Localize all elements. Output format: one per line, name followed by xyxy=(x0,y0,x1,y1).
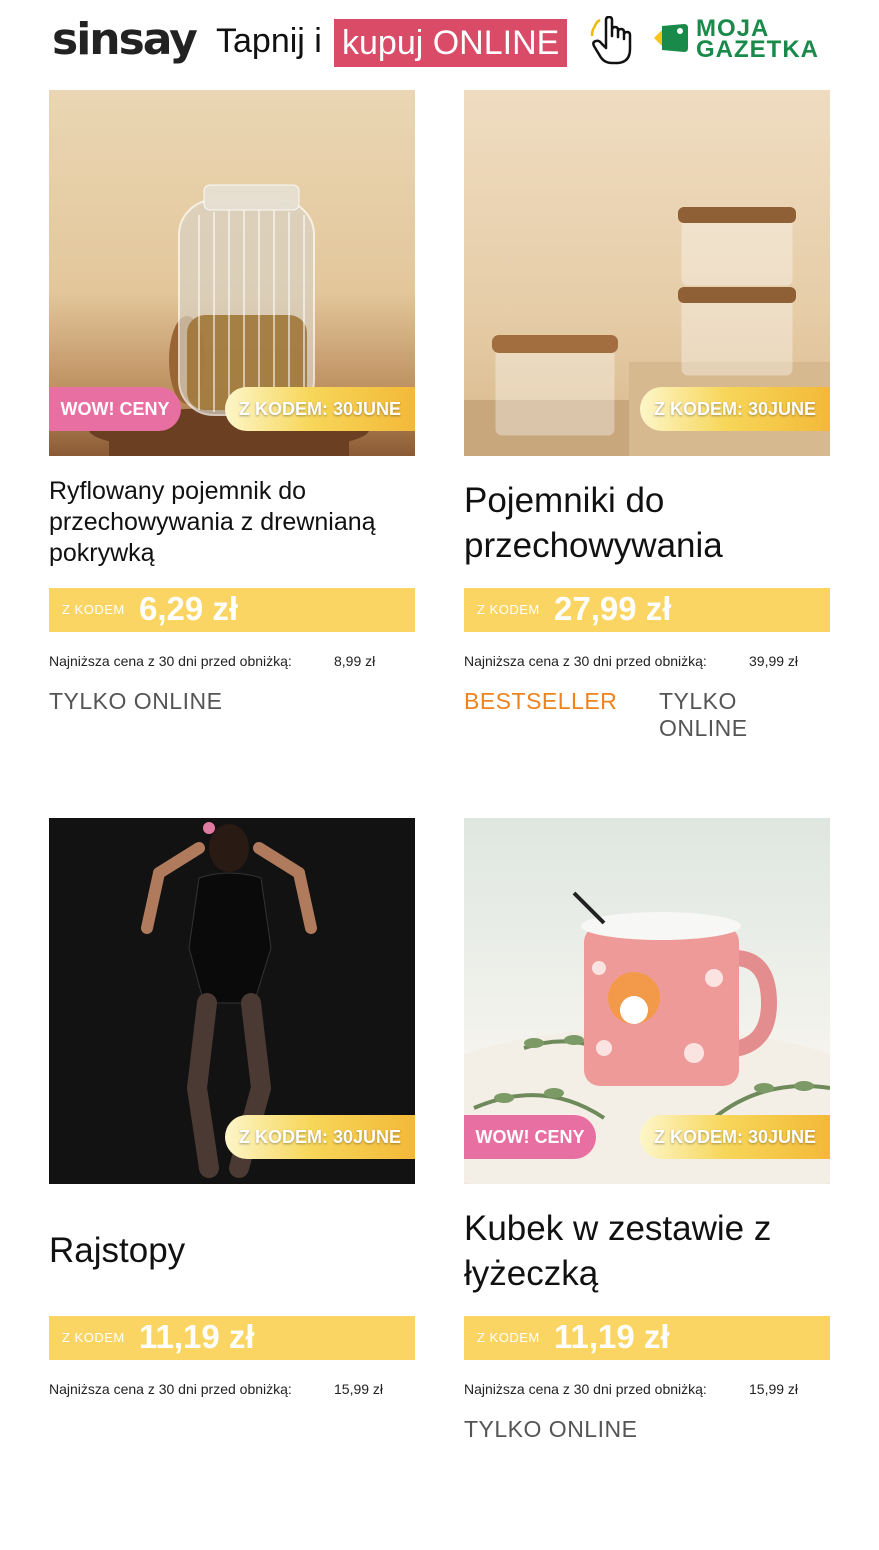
lowest-price-value: 15,99 zł xyxy=(334,1381,384,1397)
lowest-price-label: Najniższa cena z 30 dni przed obniżką: xyxy=(49,1381,292,1397)
product-image[interactable]: WOW! CENY Z KODEM: 30JUNE xyxy=(464,818,830,1184)
product-card[interactable]: Z KODEM: 30JUNE Rajstopy Z KODEM 11,19 z… xyxy=(49,818,415,1458)
product-image[interactable]: WOW! CENY Z KODEM: 30JUNE xyxy=(49,90,415,456)
product-card[interactable]: WOW! CENY Z KODEM: 30JUNE Kubek w zestaw… xyxy=(464,818,830,1458)
price-prefix: Z KODEM xyxy=(62,1330,125,1345)
price-bar: Z KODEM 11,19 zł xyxy=(49,1316,415,1360)
price-value: 27,99 zł xyxy=(554,590,672,627)
sinsay-logo[interactable]: sinsay xyxy=(52,14,198,65)
price-bar: Z KODEM 27,99 zł xyxy=(464,588,830,632)
lowest-price-label: Najniższa cena z 30 dni przed obniżką: xyxy=(464,653,707,669)
promo-code-badge: Z KODEM: 30JUNE xyxy=(225,387,415,431)
moja-gazetka-logo[interactable]: MOJA GAZETKA xyxy=(654,15,829,64)
price-prefix: Z KODEM xyxy=(477,1330,540,1345)
lowest-price-value: 15,99 zł xyxy=(749,1381,799,1397)
product-title[interactable]: Ryflowany pojemnik do przechowywania z d… xyxy=(49,476,415,569)
lowest-price-label: Najniższa cena z 30 dni przed obniżką: xyxy=(464,1381,707,1397)
header-banner[interactable]: sinsay Tapnij i kupuj ONLINE MOJA GAZETK… xyxy=(0,0,879,90)
price-value: 11,19 zł xyxy=(139,1318,255,1355)
promo-code-badge: Z KODEM: 30JUNE xyxy=(640,1115,830,1159)
lowest-price-label: Najniższa cena z 30 dni przed obniżką: xyxy=(49,653,292,669)
tap-text: Tapnij i xyxy=(216,22,322,60)
gazetka-tag-icon xyxy=(654,24,688,52)
product-title[interactable]: Kubek w zestawie z łyżeczką xyxy=(464,1206,794,1296)
promo-code-badge: Z KODEM: 30JUNE xyxy=(225,1115,415,1159)
product-card[interactable]: WOW! CENY Z KODEM: 30JUNE Ryflowany poje… xyxy=(49,90,415,730)
gazetka-wordmark: MOJA GAZETKA xyxy=(696,15,819,63)
product-image[interactable]: Z KODEM: 30JUNE xyxy=(464,90,830,456)
promo-code-badge: Z KODEM: 30JUNE xyxy=(640,387,830,431)
price-value: 6,29 zł xyxy=(139,590,239,627)
pointer-hand-icon xyxy=(590,16,632,65)
price-bar: Z KODEM 6,29 zł xyxy=(49,588,415,632)
product-title[interactable]: Pojemniki do przechowywania xyxy=(464,478,830,568)
wow-price-badge: WOW! CENY xyxy=(464,1115,596,1159)
lowest-price-value: 39,99 zł xyxy=(749,653,799,669)
price-prefix: Z KODEM xyxy=(477,602,540,617)
online-only-tag: TYLKO ONLINE xyxy=(49,688,223,714)
price-bar: Z KODEM 11,19 zł xyxy=(464,1316,830,1360)
price-prefix: Z KODEM xyxy=(62,602,125,617)
shop-online-link[interactable]: kupuj ONLINE xyxy=(334,19,568,67)
product-card[interactable]: Z KODEM: 30JUNE Pojemniki do przechowywa… xyxy=(464,90,830,741)
online-only-tag: TYLKO ONLINE xyxy=(464,1416,638,1442)
online-only-tag: TYLKO ONLINE xyxy=(659,688,748,741)
product-image[interactable]: Z KODEM: 30JUNE xyxy=(49,818,415,1184)
price-value: 11,19 zł xyxy=(554,1318,670,1355)
lowest-price-value: 8,99 zł xyxy=(334,653,376,669)
wow-price-badge: WOW! CENY xyxy=(49,387,181,431)
product-title[interactable]: Rajstopy xyxy=(49,1228,415,1273)
bestseller-tag: BESTSELLER xyxy=(464,688,618,714)
